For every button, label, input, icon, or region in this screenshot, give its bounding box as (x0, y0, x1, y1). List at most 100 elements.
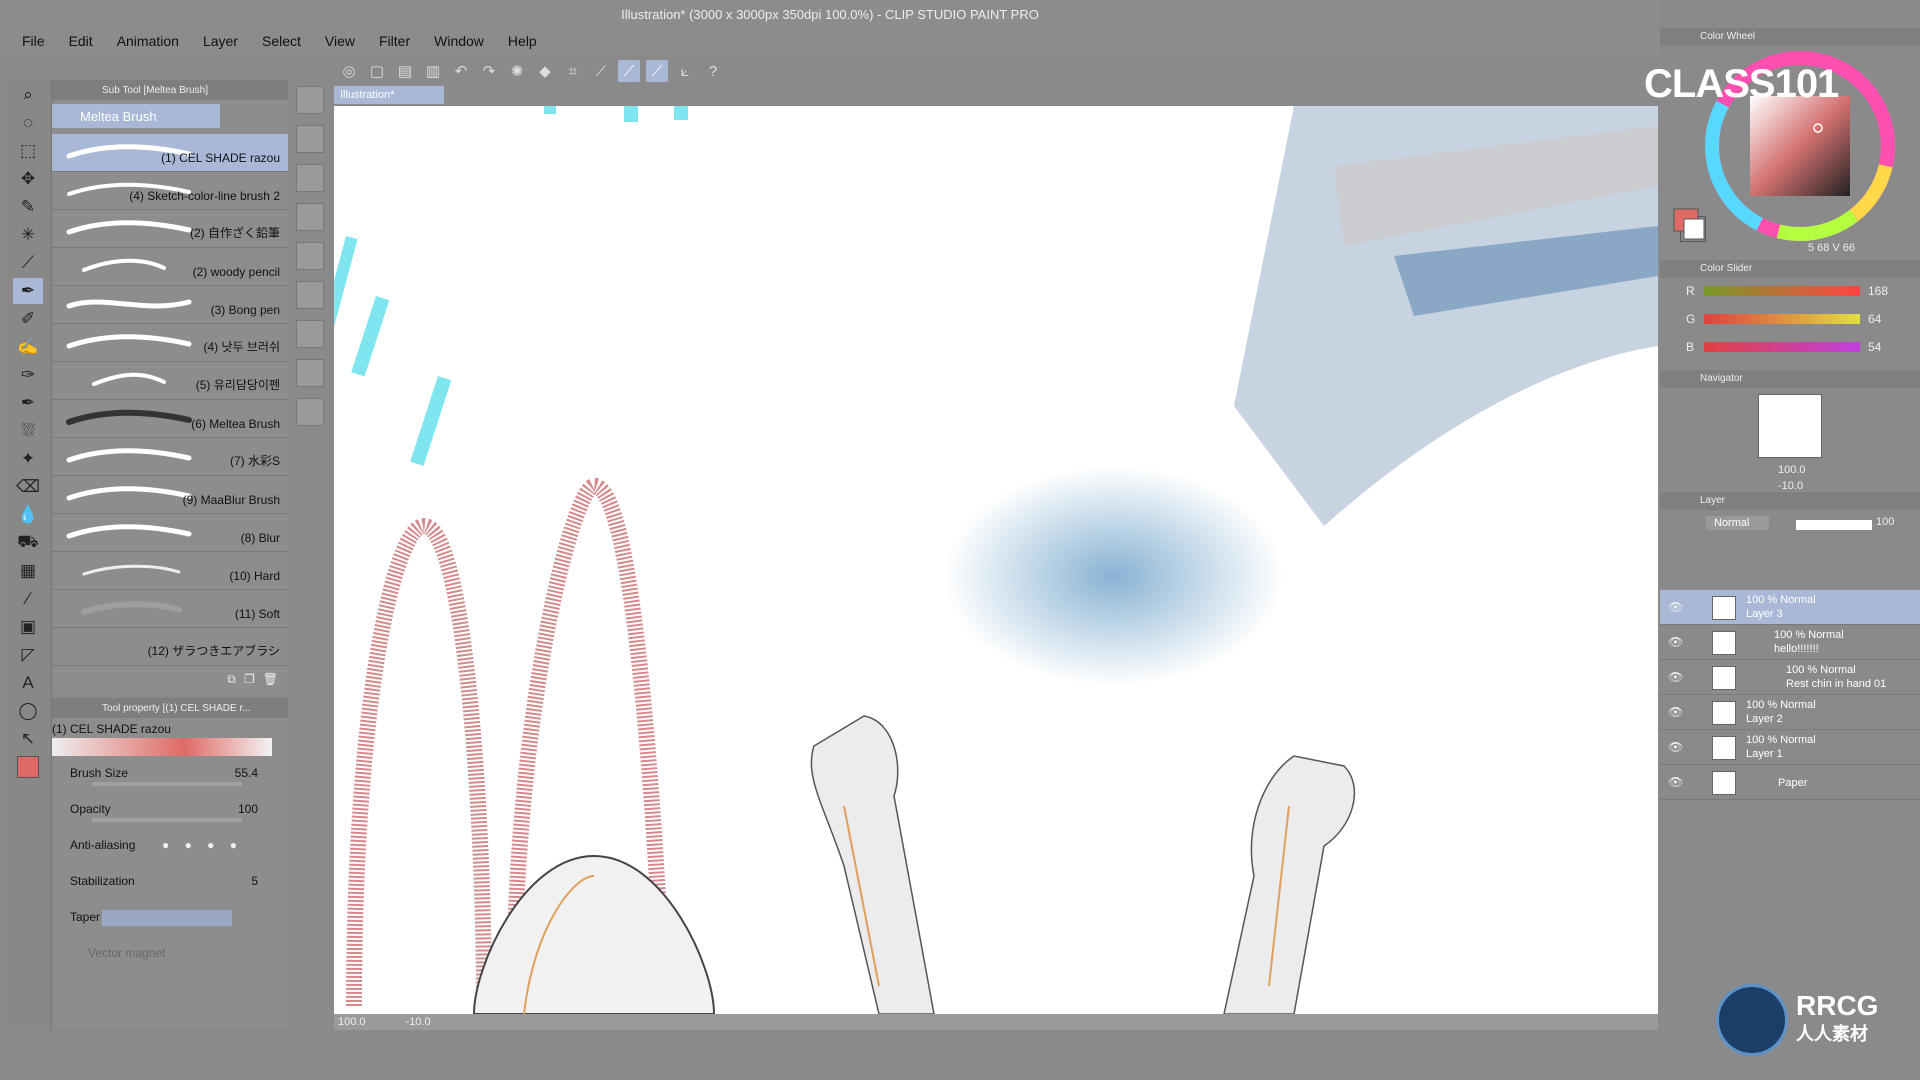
stamp-icon[interactable]: ⛆ (13, 418, 43, 444)
brush-item[interactable]: (12) ザラつきエアブラシ (52, 628, 288, 666)
taper-row[interactable]: Taper (52, 902, 288, 938)
brush-item[interactable]: (5) 유리담당이펜 (52, 362, 288, 400)
zoom-icon[interactable]: ⌕ (13, 82, 43, 108)
subtool-group-tab[interactable]: Meltea Brush (52, 104, 220, 128)
balloon-icon[interactable]: ◯ (13, 698, 43, 724)
eye-icon[interactable]: 👁 (1668, 775, 1683, 789)
menu-layer[interactable]: Layer (203, 33, 238, 49)
eye-icon[interactable]: 👁 (1668, 670, 1683, 684)
layer-row[interactable]: 👁 100 % Normal Layer 2 (1660, 695, 1920, 730)
material-icon[interactable] (296, 242, 324, 270)
layer-row[interactable]: 👁 100 % Normal hello!!!!!!! (1660, 625, 1920, 660)
material-icon[interactable] (296, 125, 324, 153)
menu-window[interactable]: Window (434, 33, 484, 49)
snap-grid-icon[interactable]: ⟋ (646, 60, 668, 82)
blue-value[interactable]: 54 (1868, 340, 1881, 354)
green-value[interactable]: 64 (1868, 312, 1881, 326)
material-icon[interactable] (296, 281, 324, 309)
opacity-value[interactable]: 100 (238, 802, 258, 816)
new-icon[interactable]: ▢ (366, 60, 388, 82)
layer-opacity-value[interactable]: 100 (1876, 516, 1894, 528)
duplicate-subtool-icon[interactable]: ❐ (244, 672, 255, 686)
material-icon[interactable] (296, 164, 324, 192)
layer-row[interactable]: 👁 100 % Normal Rest chin in hand 01 (1660, 660, 1920, 695)
antialias-row[interactable]: Anti-aliasing ● ● ● ● (52, 830, 288, 866)
stabilization-row[interactable]: Stabilization 5 (52, 866, 288, 902)
magic-wand-icon[interactable]: ✳ (13, 222, 43, 248)
object-select-icon[interactable]: ⬚ (13, 138, 43, 164)
trash-icon[interactable]: 🗑 (263, 672, 278, 686)
eye-icon[interactable]: 👁 (1668, 600, 1683, 614)
ruler-tool-icon[interactable]: ◸ (13, 642, 43, 668)
sparkle-icon[interactable]: ✦ (13, 446, 43, 472)
menu-select[interactable]: Select (262, 33, 301, 49)
menu-animation[interactable]: Animation (117, 33, 179, 49)
brush-item[interactable]: (10) Hard (52, 552, 288, 590)
material-icon[interactable] (296, 359, 324, 387)
brush-item[interactable]: (9) MaaBlur Brush (52, 476, 288, 514)
material-icon[interactable] (296, 320, 324, 348)
brush-item[interactable]: (2) woody pencil (52, 248, 288, 286)
green-slider-row[interactable]: G 64 (1660, 306, 1920, 334)
selection-pen-icon[interactable]: ✎ (13, 194, 43, 220)
menu-help[interactable]: Help (508, 33, 537, 49)
line-icon[interactable]: ⁄ (13, 586, 43, 612)
brush-item[interactable]: (7) 水彩S (52, 438, 288, 476)
save-icon[interactable]: ▥ (422, 60, 444, 82)
red-value[interactable]: 168 (1868, 284, 1888, 298)
open-icon[interactable]: ▤ (394, 60, 416, 82)
blue-slider-row[interactable]: B 54 (1660, 334, 1920, 362)
brush-size-row[interactable]: Brush Size 55.4 (52, 758, 288, 794)
brush-icon[interactable]: ✍ (13, 334, 43, 360)
material-icon[interactable] (296, 203, 324, 231)
red-slider-row[interactable]: R 168 (1660, 278, 1920, 306)
snap-special-ruler-icon[interactable]: ⟋ (618, 60, 640, 82)
gradient-icon[interactable]: ▦ (13, 558, 43, 584)
eye-icon[interactable]: 👁 (1668, 635, 1683, 649)
navigator-thumbnail[interactable] (1758, 394, 1822, 458)
opacity-slider[interactable] (92, 818, 242, 822)
undo-icon[interactable]: ↶ (450, 60, 472, 82)
correct-line-icon[interactable]: ↖ (13, 726, 43, 752)
menu-edit[interactable]: Edit (69, 33, 93, 49)
brush-item[interactable]: (1) CEL SHADE razou (52, 134, 288, 172)
navigator-zoom[interactable]: 100.0 (1778, 464, 1806, 476)
brush-size-slider[interactable] (92, 782, 242, 786)
copy-subtool-icon[interactable]: ⧉ (227, 672, 236, 687)
blend-mode-select[interactable]: Normal (1706, 516, 1770, 530)
layer-opacity-slider[interactable] (1796, 520, 1872, 530)
menu-file[interactable]: File (22, 33, 45, 49)
help-icon[interactable]: ? (702, 60, 724, 82)
eyedropper-icon[interactable]: ⟋ (13, 250, 43, 276)
vector-magnet-row[interactable]: Vector magnet (52, 938, 288, 974)
main-color-swatch[interactable] (13, 754, 43, 780)
stabilization-value[interactable]: 5 (251, 874, 258, 888)
text-icon[interactable]: A (13, 670, 43, 696)
brush-item[interactable]: (2) 自作ざく鉛筆 (52, 210, 288, 248)
canvas-tab[interactable]: Illustration* (334, 86, 444, 104)
brush-item[interactable]: (11) Soft (52, 590, 288, 628)
eye-icon[interactable]: 👁 (1668, 705, 1683, 719)
brush-item[interactable]: (3) Bong pen (52, 286, 288, 324)
ruler-icon[interactable]: ⟀ (674, 60, 696, 82)
drawing-canvas[interactable] (334, 106, 1658, 1014)
canvas-zoom[interactable]: 100.0 (338, 1016, 366, 1028)
material-icon[interactable] (296, 86, 324, 114)
decoration-icon[interactable]: ✒ (13, 390, 43, 416)
canvas-rotation[interactable]: -10.0 (406, 1016, 431, 1028)
fill-icon[interactable]: ◆ (534, 60, 556, 82)
redo-icon[interactable]: ↷ (478, 60, 500, 82)
layer-row[interactable]: 👁 100 % Normal Layer 3 (1660, 590, 1920, 625)
pen-icon[interactable]: ✒ (13, 278, 43, 304)
frame-icon[interactable]: ▣ (13, 614, 43, 640)
red-slider[interactable] (1704, 286, 1860, 296)
layer-row[interactable]: 👁 Paper (1660, 765, 1920, 800)
pencil-icon[interactable]: ✐ (13, 306, 43, 332)
brush-item[interactable]: (4) 낫두 브러쉬 (52, 324, 288, 362)
blend-icon[interactable]: 💧 (13, 502, 43, 528)
opacity-row[interactable]: Opacity 100 (52, 794, 288, 830)
layer-row[interactable]: 👁 100 % Normal Layer 1 (1660, 730, 1920, 765)
blue-slider[interactable] (1704, 342, 1860, 352)
brush-item[interactable]: (8) Blur (52, 514, 288, 552)
brush-size-value[interactable]: 55.4 (235, 766, 258, 780)
